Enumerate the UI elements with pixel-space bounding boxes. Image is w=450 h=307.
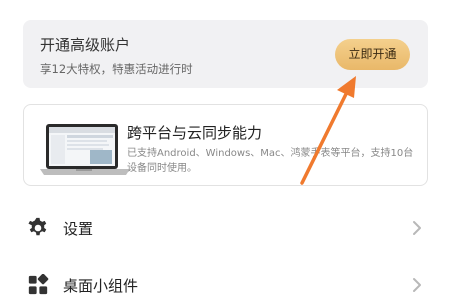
menu-item-label: 桌面小组件 [63,277,139,295]
menu-item-widgets[interactable]: 桌面小组件 [23,265,428,305]
feature-title: 跨平台与云同步能力 [127,124,263,142]
feature-description: 已支持Android、Windows、Mac、鸿蒙手表等平台，支持10台设备同时… [127,148,414,174]
chevron-right-icon [413,221,421,235]
premium-subtitle: 享12大特权，特惠活动进行时 [40,62,193,76]
menu-item-label: 设置 [63,220,94,238]
gear-icon [28,217,47,236]
laptop-illustration [40,124,130,175]
open-premium-button[interactable]: 立即开通 [335,39,410,70]
profile-page: 开通高级账户 享12大特权，特惠活动进行时 立即开通 跨平台与云同步能力 已支持… [0,0,450,307]
premium-banner[interactable]: 开通高级账户 享12大特权，特惠活动进行时 立即开通 [23,20,428,88]
premium-title: 开通高级账户 [40,36,131,54]
cross-platform-card[interactable]: 跨平台与云同步能力 已支持Android、Windows、Mac、鸿蒙手表等平台… [23,104,428,186]
widgets-icon [28,274,49,295]
menu-item-settings[interactable]: 设置 [23,208,428,248]
chevron-right-icon [413,278,421,292]
